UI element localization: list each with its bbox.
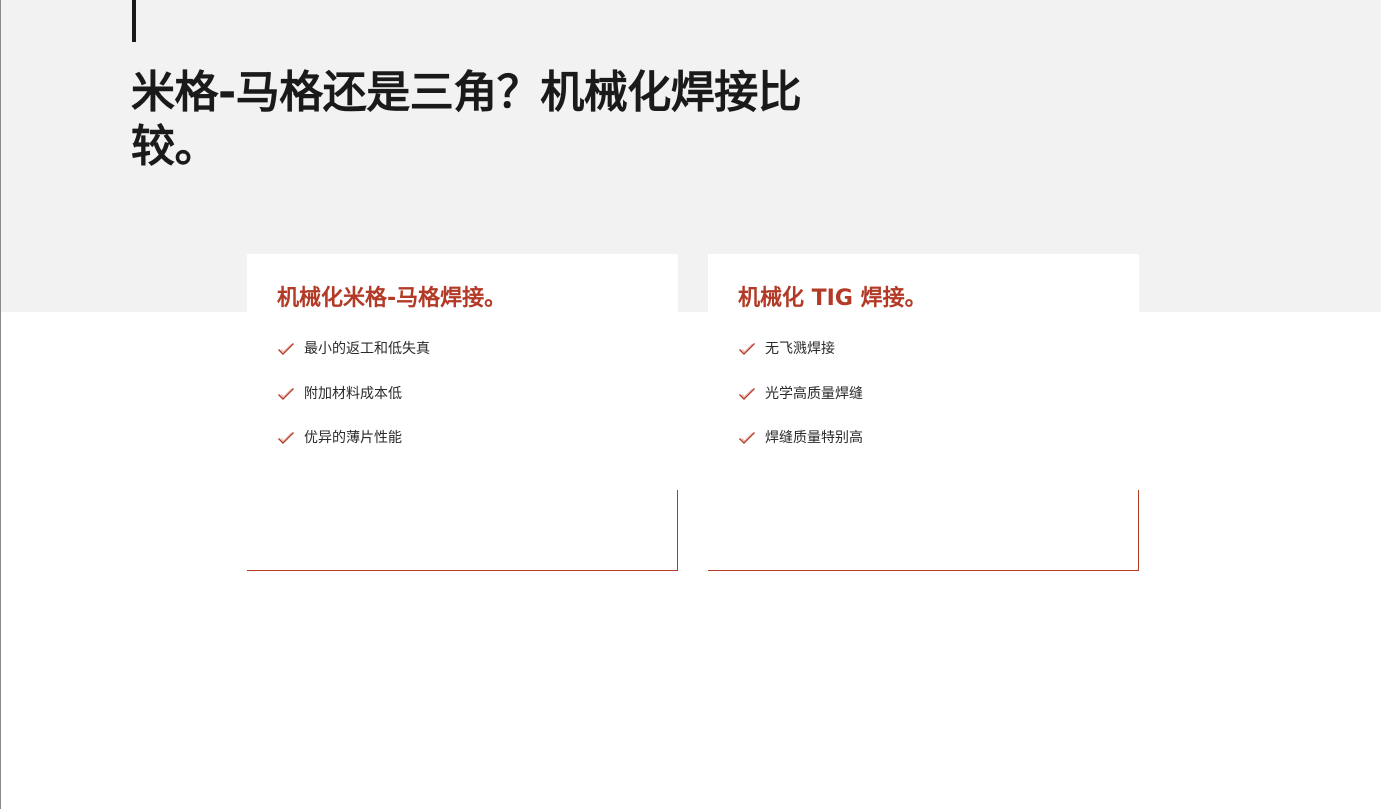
card-frame-right <box>677 490 678 571</box>
page-title: 米格-马格还是三角？机械化焊接比较。 <box>131 67 802 172</box>
card-frame-bottom <box>247 570 678 571</box>
feature-text: 附加材料成本低 <box>304 385 402 402</box>
list-item: 焊缝质量特别高 <box>738 427 863 449</box>
list-item: 最小的返工和低失真 <box>277 338 430 360</box>
list-item: 光学高质量焊缝 <box>738 383 863 405</box>
comparison-card-tig: 机械化 TIG 焊接。 无飞溅焊接 光学高质量焊缝 焊缝质量特别高 <box>708 254 1139 571</box>
check-icon <box>739 343 755 355</box>
check-icon <box>739 387 755 400</box>
list-item: 无飞溅焊接 <box>738 338 863 360</box>
list-item: 优异的薄片性能 <box>277 427 430 449</box>
feature-text: 焊缝质量特别高 <box>765 430 863 446</box>
feature-list: 无飞溅焊接 光学高质量焊缝 焊缝质量特别高 <box>738 338 863 472</box>
title-accent-bar <box>132 0 136 42</box>
card-title: 机械化 TIG 焊接。 <box>738 286 927 311</box>
feature-text: 最小的返工和低失真 <box>304 341 430 357</box>
feature-list: 最小的返工和低失真 附加材料成本低 优异的薄片性能 <box>277 338 430 472</box>
card-frame-right <box>1138 490 1139 571</box>
card-title: 机械化米格-马格焊接。 <box>277 286 507 311</box>
card-frame-bottom <box>708 570 1139 571</box>
check-icon <box>739 432 755 444</box>
feature-text: 光学高质量焊缝 <box>765 385 863 402</box>
comparison-card-mig-mag: 机械化米格-马格焊接。 最小的返工和低失真 附加材料成本低 优异的薄片性能 <box>247 254 678 571</box>
page: 米格-马格还是三角？机械化焊接比较。 机械化米格-马格焊接。 最小的返工和低失真… <box>0 0 1381 809</box>
list-item: 附加材料成本低 <box>277 383 430 405</box>
feature-text: 无飞溅焊接 <box>765 341 835 357</box>
check-icon <box>278 432 294 444</box>
check-icon <box>278 343 294 355</box>
check-icon <box>278 387 294 400</box>
feature-text: 优异的薄片性能 <box>304 430 402 446</box>
